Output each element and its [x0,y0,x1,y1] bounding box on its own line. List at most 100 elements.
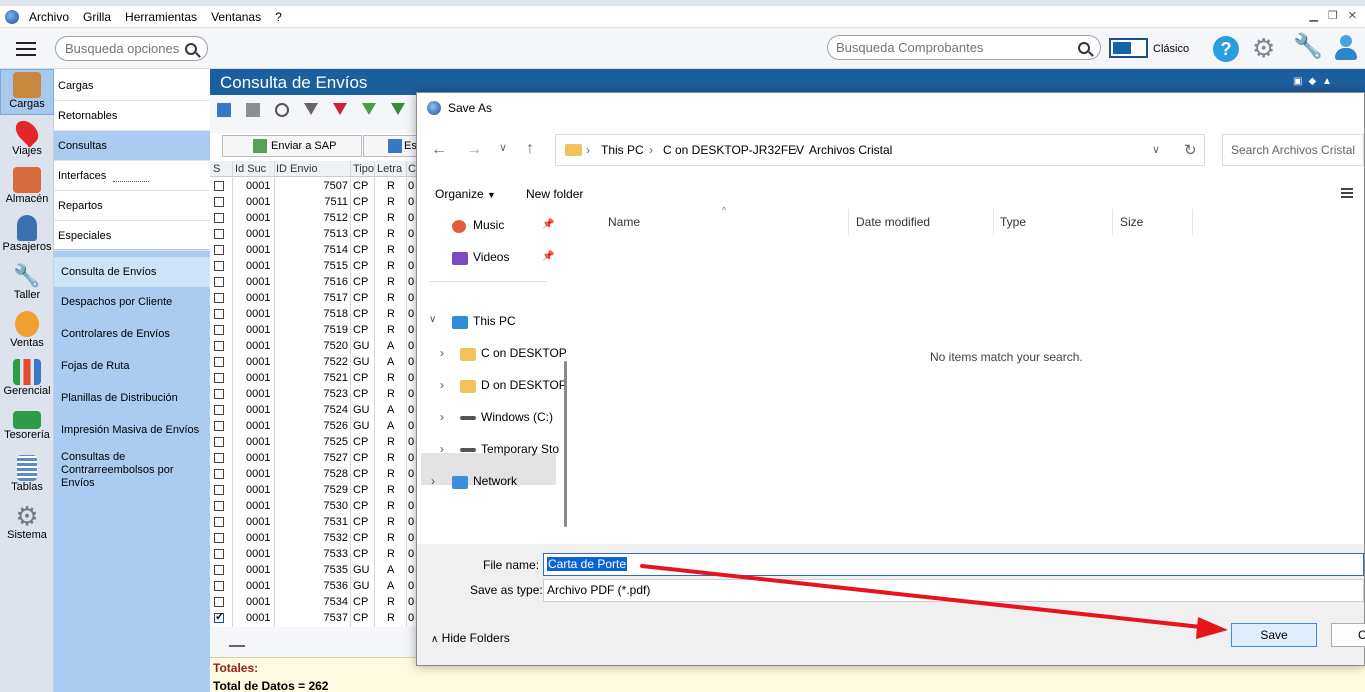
view-options-icon[interactable] [1341,188,1353,198]
tree-temporary-storage[interactable]: Temporary Sto [460,442,559,456]
nav-consultas[interactable]: Consultas [54,131,210,161]
row-checkbox[interactable] [214,501,224,511]
nav-contrarreembolsos[interactable]: Consultas de Contrarreembolsos por Envío… [54,451,206,490]
filter-icon[interactable] [304,103,318,115]
filter-check-icon[interactable] [391,103,405,115]
breadcrumb-c-drive[interactable]: C on DESKTOP-JR32FEV [663,135,804,165]
col-size[interactable]: Size [1120,215,1143,229]
up-folder-icon[interactable]: ↑ [526,140,534,158]
row-checkbox[interactable] [214,277,224,287]
table-row[interactable]: 0001 7511 CP R 0 [210,194,418,210]
nav-especiales[interactable]: Especiales [54,221,210,251]
table-row[interactable]: 0001 7518 CP R 0 [210,306,418,322]
nav-cargas[interactable]: Cargas [54,71,210,101]
table-row[interactable]: 0001 7522 GU A 0 [210,354,418,370]
row-checkbox[interactable] [214,405,224,415]
tree-music[interactable]: Music [452,218,504,233]
search-comprobantes[interactable] [827,35,1101,60]
table-row[interactable]: 0001 7528 CP R 0 [210,466,418,482]
breadcrumb-this-pc[interactable]: This PC [601,135,644,165]
row-checkbox[interactable] [214,309,224,319]
rail-item-pasajeros[interactable]: Pasajeros [0,213,54,259]
down-arrow-icon[interactable]: ◆ [1308,76,1316,87]
table-row[interactable]: 0001 7513 CP R 0 [210,226,418,242]
table-row[interactable]: 0001 7520 GU A 0 [210,338,418,354]
user-icon[interactable] [1334,35,1358,61]
tree-this-pc[interactable]: This PC [452,314,516,329]
menu-help[interactable]: ? [268,10,289,24]
dialog-search[interactable]: Search Archivos Cristal [1222,134,1364,166]
table-row[interactable]: 0001 7519 CP R 0 [210,322,418,338]
hamburger-menu-icon[interactable] [16,42,36,56]
new-folder-button[interactable]: New folder [526,187,583,201]
rail-item-taller[interactable]: 🔧 Taller [0,261,54,307]
table-row[interactable]: 0001 7525 CP R 0 [210,434,418,450]
gear-icon[interactable]: ⚙ [1252,35,1275,61]
wrench-icon[interactable]: 🔧 [1293,34,1323,60]
table-row[interactable]: 0001 7515 CP R 0 [210,258,418,274]
search-opciones-input[interactable] [65,41,185,56]
table-row[interactable]: 0001 7521 CP R 0 [210,370,418,386]
view-mode-toggle[interactable] [1109,38,1148,58]
chevron-down-icon[interactable]: ∨ [1152,135,1160,165]
chevron-right-icon[interactable]: › [440,346,444,360]
row-checkbox[interactable] [214,373,224,383]
minus-icon[interactable] [229,645,245,647]
print-icon[interactable] [246,103,260,117]
help-icon[interactable]: ? [1213,36,1239,62]
tree-windows-c[interactable]: Windows (C:) [460,410,553,424]
rail-item-ventas[interactable]: Ventas [0,309,54,355]
zoom-icon[interactable] [275,103,289,117]
row-checkbox[interactable] [214,437,224,447]
row-checkbox[interactable] [214,453,224,463]
table-row[interactable]: 0001 7512 CP R 0 [210,210,418,226]
menu-grilla[interactable]: Grilla [76,10,118,24]
col-c[interactable]: C [408,163,416,175]
panel-splitter[interactable] [113,181,149,184]
col-type[interactable]: Type [1000,215,1026,229]
hide-folders-toggle[interactable]: ∧ Hide Folders [431,631,510,645]
refresh-icon[interactable]: ↻ [1184,141,1197,159]
rail-item-tesoreria[interactable]: Tesorería [0,405,54,451]
row-checkbox[interactable] [214,245,224,255]
pin-icon[interactable]: 📌 [542,219,554,230]
table-row[interactable]: 0001 7533 CP R 0 [210,546,418,562]
row-checkbox[interactable] [214,610,224,623]
table-row[interactable]: 0001 7529 CP R 0 [210,482,418,498]
organize-menu[interactable]: Organize ▼ [435,187,496,201]
table-row[interactable]: 0001 7535 GU A 0 [210,562,418,578]
row-checkbox[interactable] [214,341,224,351]
file-name-input[interactable]: Carta de Porte [543,553,1364,576]
table-row[interactable]: 0001 7517 CP R 0 [210,290,418,306]
up-arrow-icon[interactable]: ▲ [1322,76,1332,87]
search-icon[interactable] [1078,41,1090,54]
tree-videos[interactable]: Videos [452,250,509,265]
row-checkbox[interactable] [214,581,224,591]
back-arrow-icon[interactable]: ← [431,141,447,159]
forward-arrow-icon[interactable]: → [466,141,482,159]
row-checkbox[interactable] [214,517,224,527]
table-row[interactable]: 0001 7530 CP R 0 [210,498,418,514]
row-checkbox[interactable] [214,597,224,607]
save-button[interactable]: Save [1231,623,1317,647]
tree-scrollbar[interactable] [564,361,567,527]
nav-interfaces[interactable]: Interfaces [54,161,210,191]
rail-item-tablas[interactable]: Tablas [0,453,54,499]
rail-item-gerencial[interactable]: Gerencial [0,357,54,403]
rail-item-sistema[interactable]: ⚙ Sistema [0,501,54,547]
row-checkbox[interactable] [214,565,224,575]
nav-despachos-cliente[interactable]: Despachos por Cliente [54,296,210,308]
row-checkbox[interactable] [214,181,224,191]
edit-icon[interactable] [217,103,231,117]
table-row[interactable]: 0001 7527 CP R 0 [210,450,418,466]
chevron-right-icon[interactable]: › [431,474,435,488]
table-row[interactable]: 0001 7516 CP R 0 [210,274,418,290]
table-row[interactable]: 0001 7531 CP R 0 [210,514,418,530]
table-row[interactable]: 0001 7514 CP R 0 [210,242,418,258]
close-icon[interactable]: ✕ [1348,9,1357,22]
chevron-right-icon[interactable]: › [440,442,444,456]
col-s[interactable]: S [213,163,220,175]
tree-c-desktop[interactable]: C on DESKTOP [460,346,567,361]
chevron-right-icon[interactable]: › [440,378,444,392]
table-row[interactable]: 0001 7537 CP R 0 [210,610,418,626]
